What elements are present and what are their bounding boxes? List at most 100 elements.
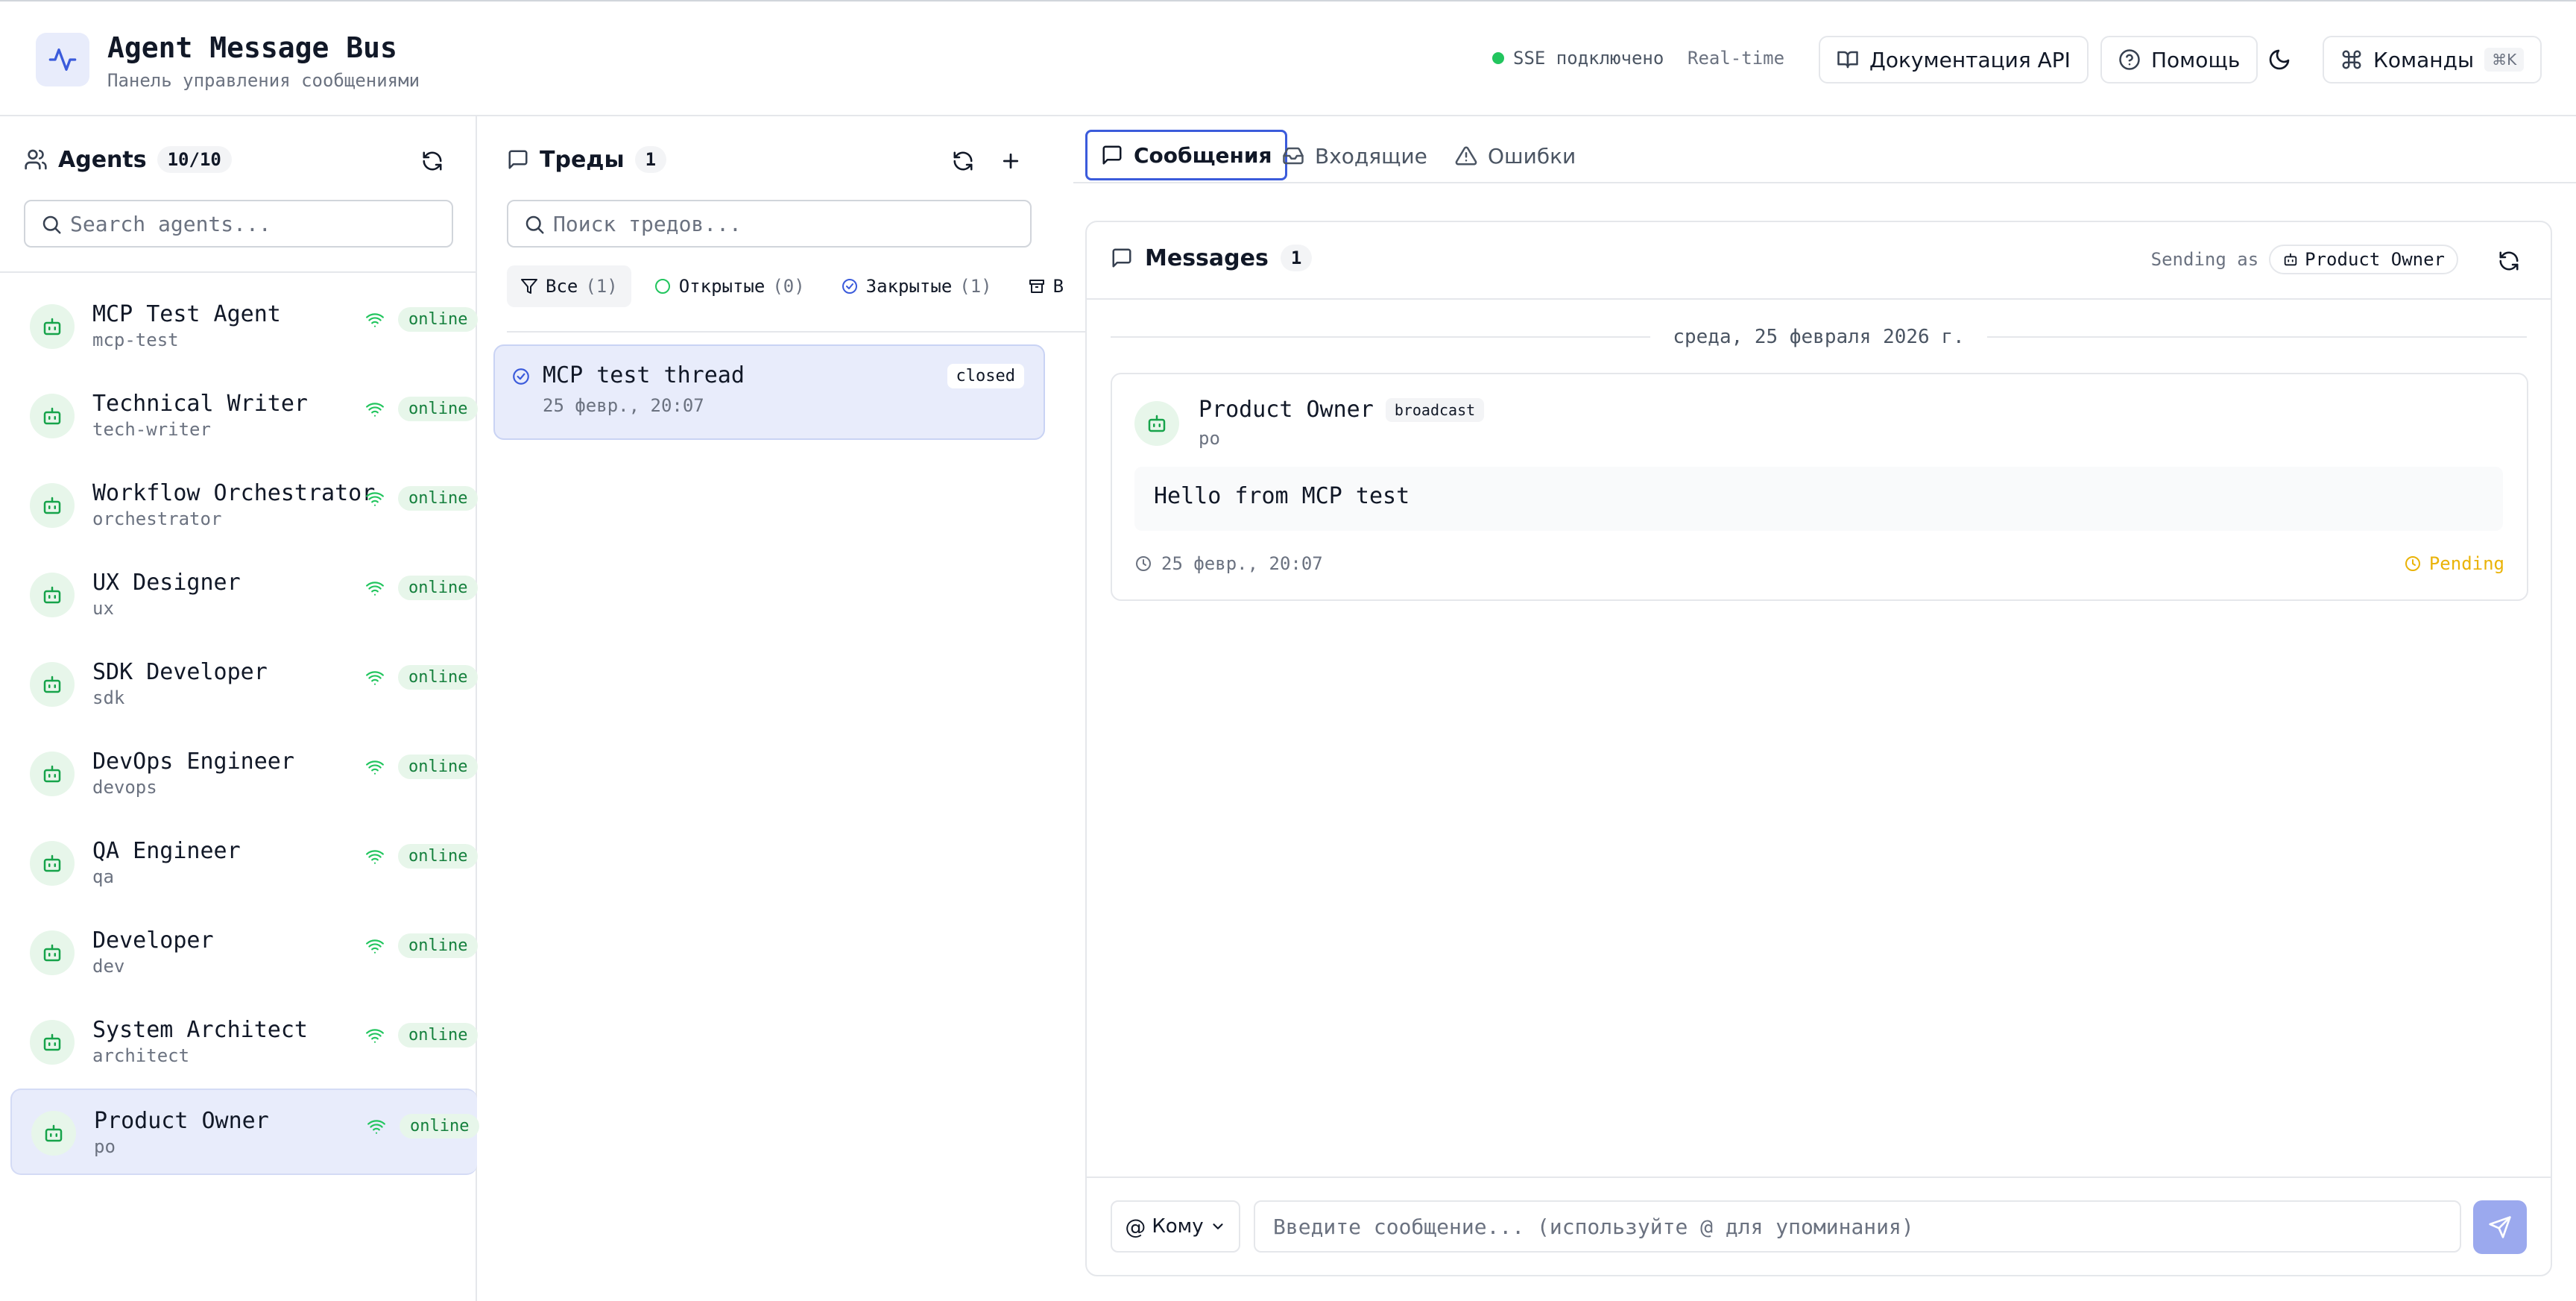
filter-count: (1)	[959, 276, 992, 297]
tab-label: Входящие	[1315, 143, 1427, 168]
search-icon	[525, 215, 544, 234]
agent-avatar	[31, 1111, 76, 1156]
send-button[interactable]	[2473, 1200, 2527, 1254]
app-subtitle: Панель управления сообщениями	[107, 70, 420, 91]
sse-status-label: SSE подключено	[1513, 48, 1664, 69]
sending-as-agent: Product Owner	[2305, 249, 2445, 270]
bot-icon	[45, 1124, 63, 1142]
inbox-icon	[1283, 147, 1304, 165]
message-time-row: 25 февр., 20:07	[1134, 553, 1323, 574]
filter-label: Открытые	[678, 276, 765, 297]
bot-icon	[43, 675, 61, 693]
agent-item[interactable]: Technical Writer tech-writer online	[10, 373, 479, 459]
filter-closed[interactable]: Закрытые (1)	[827, 265, 1006, 307]
agent-item[interactable]: UX Designer ux online	[10, 552, 479, 638]
tab-label: Сообщения	[1134, 142, 1272, 168]
messages-title: Messages	[1145, 245, 1269, 271]
agent-avatar	[30, 662, 75, 707]
bot-icon	[43, 497, 61, 514]
tab-errors[interactable]: Ошибки	[1442, 130, 1589, 182]
api-docs-label: Документация API	[1869, 47, 2071, 72]
divider	[1986, 336, 2527, 338]
message-body: Hello from MCP test	[1134, 467, 2503, 531]
agent-avatar	[30, 752, 75, 796]
bot-icon	[43, 1033, 61, 1051]
check-circle-icon	[842, 279, 857, 294]
agent-id: tech-writer	[92, 419, 211, 440]
agent-status-badge: online	[398, 576, 479, 600]
agent-item[interactable]: Developer dev online	[10, 910, 479, 996]
agent-status-badge: online	[398, 397, 479, 421]
agent-id: sdk	[92, 687, 125, 708]
wifi-icon	[367, 1120, 385, 1134]
command-icon	[2342, 50, 2361, 69]
agent-name: SDK Developer	[92, 659, 268, 685]
agent-status-badge: online	[398, 665, 479, 690]
agents-panel: Agents 10/10 MCP Test Agent mcp-test onlin…	[0, 116, 480, 1301]
filter-label: Все	[546, 276, 578, 297]
agent-status-badge: online	[398, 307, 479, 332]
agent-item[interactable]: SDK Developer sdk online	[10, 641, 479, 728]
agent-item[interactable]: System Architect architect online	[10, 999, 479, 1086]
filter-all[interactable]: Все (1)	[507, 265, 631, 307]
theme-toggle-button[interactable]	[2263, 43, 2296, 76]
commands-button[interactable]: Команды ⌘K	[2323, 36, 2542, 84]
refresh-icon	[423, 151, 442, 171]
agent-id: po	[94, 1136, 116, 1157]
wifi-icon	[366, 939, 384, 954]
bot-icon	[43, 586, 61, 604]
chevron-down-icon	[1213, 1223, 1223, 1229]
messages-panel: Messages 1 Sending as Product Owner сред…	[1085, 221, 2552, 1276]
threads-panel: Треды 1 Все (1) Открытые (0)	[477, 116, 1088, 1301]
sending-as-agent-chip[interactable]: Product Owner	[2269, 245, 2458, 274]
filter-archived[interactable]: В	[1014, 265, 1064, 307]
agent-avatar	[30, 394, 75, 438]
agent-status-badge: online	[398, 933, 479, 958]
wifi-icon	[366, 403, 384, 417]
filter-label: В	[1052, 276, 1064, 297]
message-sender-id: po	[1199, 428, 1220, 449]
bot-icon	[2284, 253, 2297, 266]
threads-search-input[interactable]	[553, 211, 1030, 236]
message-sender-row: Product Owner broadcast	[1199, 397, 1485, 423]
tab-inbox[interactable]: Входящие	[1269, 130, 1441, 182]
wifi-icon	[366, 671, 384, 685]
agent-id: ux	[92, 598, 114, 619]
agent-name: Workflow Orchestrator	[92, 480, 376, 506]
agent-item[interactable]: DevOps Engineer devops online	[10, 731, 479, 817]
tab-messages[interactable]: Сообщения	[1085, 130, 1288, 180]
commands-shortcut: ⌘K	[2484, 48, 2525, 72]
agent-item[interactable]: QA Engineer qa online	[10, 820, 479, 907]
threads-refresh-button[interactable]	[947, 145, 979, 177]
agent-item[interactable]: MCP Test Agent mcp-test online	[10, 283, 479, 370]
new-thread-button[interactable]	[994, 145, 1027, 177]
archive-icon	[1029, 280, 1044, 293]
agent-item[interactable]: Product Owner po online	[10, 1089, 480, 1175]
alert-triangle-icon	[1455, 146, 1477, 166]
agents-search-input[interactable]	[70, 211, 452, 236]
thread-item[interactable]: MCP test thread 25 февр., 20:07 closed	[493, 344, 1045, 440]
messages-refresh-button[interactable]	[2493, 245, 2525, 277]
bot-icon	[43, 944, 61, 962]
plus-icon	[1003, 153, 1019, 169]
filter-icon	[521, 279, 537, 294]
status-dot-icon	[1492, 52, 1504, 64]
filter-count: (1)	[585, 276, 618, 297]
check-circle-icon	[513, 368, 529, 385]
agent-id: devops	[92, 777, 157, 798]
recipient-select[interactable]: @ Кому	[1111, 1200, 1240, 1253]
sse-status: SSE подключено	[1492, 48, 1664, 69]
agent-avatar	[30, 304, 75, 349]
agent-item[interactable]: Workflow Orchestrator orchestrator online	[10, 462, 479, 549]
agents-refresh-button[interactable]	[416, 145, 449, 177]
compose-input[interactable]	[1273, 1214, 2460, 1239]
threads-search-field	[507, 200, 1032, 248]
help-circle-icon	[2119, 49, 2140, 70]
wifi-icon	[366, 582, 384, 596]
circle-icon	[654, 279, 670, 294]
sending-as-label: Sending as	[2150, 249, 2259, 270]
wifi-icon	[366, 760, 384, 775]
help-button[interactable]: Помощь	[2100, 36, 2258, 84]
api-docs-button[interactable]: Документация API	[1819, 36, 2089, 84]
filter-open[interactable]: Открытые (0)	[640, 265, 818, 307]
